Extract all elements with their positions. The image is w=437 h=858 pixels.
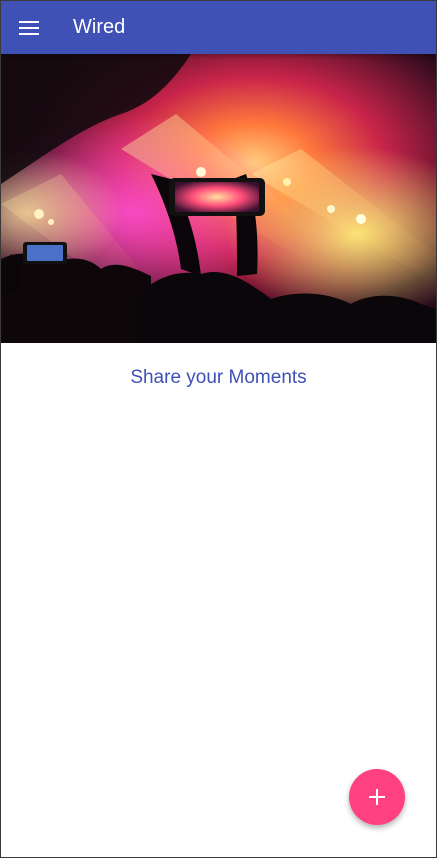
add-moment-button[interactable]	[349, 769, 405, 825]
tagline: Share your Moments	[130, 367, 307, 388]
app-screen: Wired Share your Moments	[0, 0, 437, 858]
menu-button[interactable]	[10, 9, 48, 47]
hamburger-menu-icon	[19, 21, 39, 35]
app-title: Wired	[73, 16, 126, 38]
hero-image	[1, 54, 436, 343]
plus-icon	[369, 789, 385, 805]
concert-photo	[1, 54, 436, 343]
app-bar: Wired	[1, 1, 436, 54]
